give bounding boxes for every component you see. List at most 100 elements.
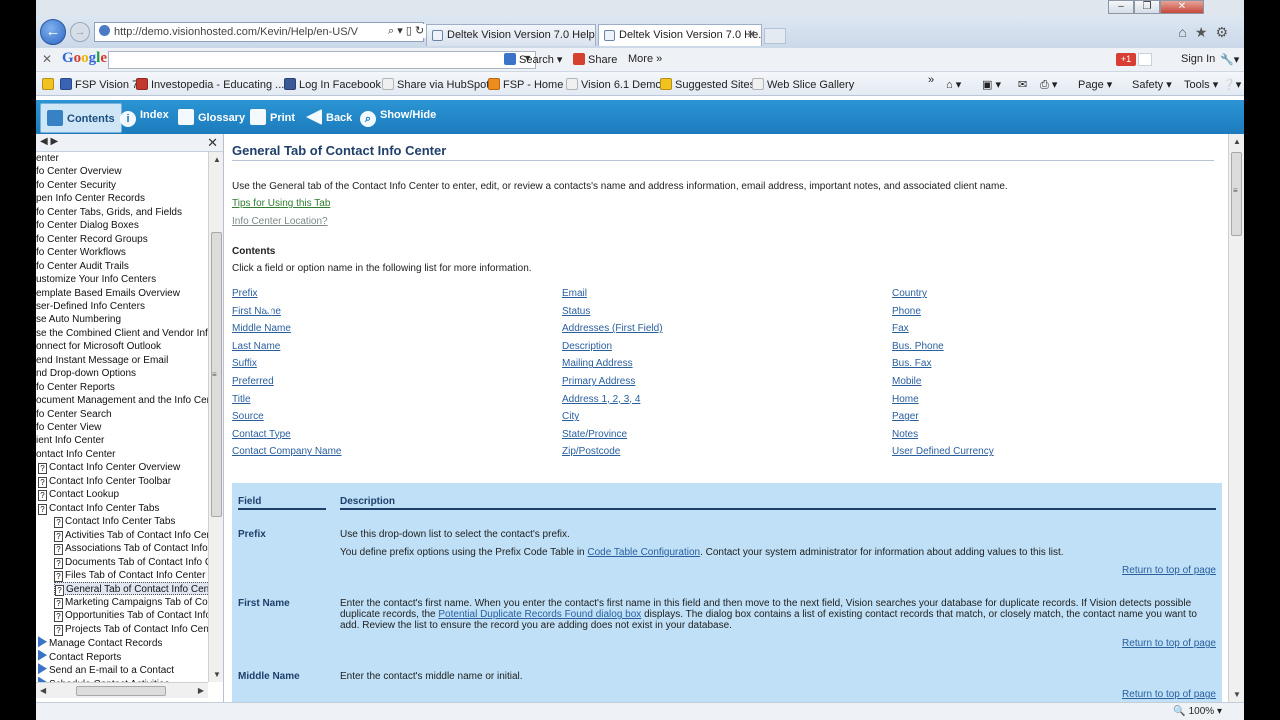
browser-tab-1[interactable]: Deltek Vision Version 7.0 Help ... xyxy=(426,24,596,46)
scroll-thumb[interactable] xyxy=(76,686,166,696)
field-link[interactable]: Notes xyxy=(892,429,918,440)
toc-item[interactable]: se the Combined Client and Vendor Info C… xyxy=(36,327,208,340)
toc-item[interactable]: ? Associations Tab of Contact Info Ce xyxy=(54,542,208,556)
toc-item[interactable]: Contact Reports xyxy=(38,649,121,663)
field-link[interactable]: Mailing Address xyxy=(562,358,633,369)
toc-item[interactable]: fo Center Workflows xyxy=(36,246,126,259)
toc-item[interactable]: ? Contact Lookup xyxy=(38,488,119,502)
field-link[interactable]: Source xyxy=(232,411,264,422)
toc-item[interactable]: onnect for Microsoft Outlook xyxy=(36,340,161,353)
zoom-level[interactable]: 🔍 100% ▾ xyxy=(1173,706,1222,717)
toc-nav-arrows-icon[interactable]: ◀ ▶ xyxy=(40,136,58,147)
field-link[interactable]: Primary Address xyxy=(562,376,635,387)
field-link[interactable]: Zip/Postcode xyxy=(562,446,620,457)
google-search-input[interactable]: ▼ xyxy=(108,51,536,69)
settings-gear-icon[interactable]: ⚙ xyxy=(1215,24,1236,40)
field-link[interactable]: Middle Name xyxy=(232,323,291,334)
forward-arrow-icon[interactable]: → xyxy=(70,22,90,42)
toc-item[interactable]: fo Center Audit Trails xyxy=(36,260,129,273)
toc-item[interactable]: fo Center Security xyxy=(36,179,116,192)
content-vertical-scrollbar[interactable]: ▲ ≡ ▼ xyxy=(1228,134,1244,702)
print-button[interactable]: Print xyxy=(250,109,295,125)
toc-item[interactable]: fo Center Dialog Boxes xyxy=(36,219,139,232)
field-link[interactable]: Pager xyxy=(892,411,919,422)
toc-item[interactable]: enter xyxy=(36,152,59,165)
favorite-hubspot[interactable]: Share via HubSpot xyxy=(382,78,489,91)
toc-item[interactable]: end Instant Message or Email xyxy=(36,354,168,367)
safety-menu[interactable]: Safety ▾ xyxy=(1132,78,1172,91)
google-signin-button[interactable]: Sign In xyxy=(1181,53,1215,65)
toc-item[interactable]: fo Center Record Groups xyxy=(36,233,148,246)
google-search-button[interactable]: Search ▾ xyxy=(504,53,562,66)
show-hide-button[interactable]: ⌕ Show/Hide xyxy=(360,109,436,127)
scroll-down-icon[interactable]: ▼ xyxy=(213,670,221,679)
code-table-configuration-link[interactable]: Code Table Configuration xyxy=(587,547,700,558)
toc-item[interactable]: Manage Contact Records xyxy=(38,636,162,649)
home-icon[interactable]: ⌂ xyxy=(1178,24,1194,40)
field-link[interactable]: Bus. Fax xyxy=(892,358,931,369)
close-window-icon[interactable]: ✕ xyxy=(1160,0,1204,14)
field-link[interactable]: Title xyxy=(232,394,251,405)
back-arrow-icon[interactable]: ← xyxy=(40,19,66,45)
field-link[interactable]: Description xyxy=(562,341,612,352)
toc-item[interactable]: se Auto Numbering xyxy=(36,313,121,326)
field-link[interactable]: Contact Company Name xyxy=(232,446,342,457)
field-link[interactable]: Address 1, 2, 3, 4 xyxy=(562,394,640,405)
toc-item[interactable]: fo Center Tabs, Grids, and Fields xyxy=(36,206,182,219)
address-bar[interactable]: http://demo.visionhosted.com/Kevin/Help/… xyxy=(94,22,424,42)
tools-menu[interactable]: Tools ▾ xyxy=(1184,78,1218,91)
toc-item[interactable]: ? Projects Tab of Contact Info Center xyxy=(54,623,208,636)
scroll-down-icon[interactable]: ▼ xyxy=(1233,690,1241,699)
toc-item[interactable]: ser-Defined Info Centers xyxy=(36,300,145,313)
toc-item[interactable]: ocument Management and the Info Center xyxy=(36,394,208,407)
field-link[interactable]: Status xyxy=(562,306,590,317)
favorite-web-slice-gallery[interactable]: Web Slice Gallery xyxy=(752,78,854,91)
field-link[interactable]: Phone xyxy=(892,306,921,317)
toc-item[interactable]: ient Info Center xyxy=(36,434,104,447)
toc-item[interactable]: Send an E-mail to a Contact xyxy=(38,663,174,676)
toc-item[interactable]: ? Documents Tab of Contact Info Cer xyxy=(54,556,208,569)
close-pane-icon[interactable]: ✕ xyxy=(207,135,218,151)
return-to-top-link[interactable]: Return to top of page xyxy=(1122,638,1216,649)
toc-item[interactable]: nd Drop-down Options xyxy=(36,367,136,380)
field-link[interactable]: Preferred xyxy=(232,376,274,387)
field-link[interactable]: Suffix xyxy=(232,358,257,369)
field-link[interactable]: Country xyxy=(892,288,927,299)
close-tab-icon[interactable]: ✕ xyxy=(747,25,756,45)
field-link[interactable]: User Defined Currency xyxy=(892,446,994,457)
index-button[interactable]: i Index xyxy=(120,109,169,127)
scroll-up-icon[interactable]: ▲ xyxy=(213,155,221,164)
google-share-button[interactable]: Share xyxy=(573,53,617,66)
close-toolbar-icon[interactable]: ✕ xyxy=(42,52,52,66)
wrench-icon[interactable]: 🔧▾ xyxy=(1220,53,1239,66)
favorite-fsp-vision-7[interactable]: FSP Vision 7 xyxy=(60,78,138,91)
google-more-button[interactable]: More » xyxy=(628,53,662,65)
favorite-vision-demo[interactable]: Vision 6.1 Demo xyxy=(566,78,662,91)
field-link[interactable]: Home xyxy=(892,394,919,405)
dropdown-icon[interactable]: ▾ xyxy=(397,25,403,37)
favorites-star-add-icon[interactable] xyxy=(42,78,57,91)
toc-item[interactable]: fo Center Overview xyxy=(36,165,122,178)
favorite-investopedia[interactable]: Investopedia - Educating ... xyxy=(136,78,284,91)
scroll-right-icon[interactable]: ▶ xyxy=(198,686,204,695)
field-link[interactable]: Email xyxy=(562,288,587,299)
toc-item[interactable]: ? Opportunities Tab of Contact Info C xyxy=(54,609,208,623)
return-to-top-link[interactable]: Return to top of page xyxy=(1122,565,1216,576)
browser-tab-2[interactable]: Deltek Vision Version 7.0 He... ✕ xyxy=(598,24,762,46)
toc-horizontal-scrollbar[interactable]: ◀ ▶ xyxy=(36,682,208,698)
field-link[interactable]: Last Name xyxy=(232,341,280,352)
toc-vertical-scrollbar[interactable]: ▲ ≡ ▼ xyxy=(208,152,223,682)
field-link[interactable]: Fax xyxy=(892,323,909,334)
toc-item[interactable]: emplate Based Emails Overview xyxy=(36,287,180,300)
refresh-icon[interactable]: ↻ xyxy=(415,25,424,37)
field-link[interactable]: Mobile xyxy=(892,376,921,387)
search-icon[interactable]: ⌕ xyxy=(388,25,394,37)
scroll-left-icon[interactable]: ◀ xyxy=(40,686,46,695)
location-link[interactable]: Info Center Location? xyxy=(232,216,328,227)
page-menu[interactable]: Page ▾ xyxy=(1078,78,1112,91)
feeds-icon[interactable]: ▣ ▾ xyxy=(982,78,1001,91)
field-link[interactable]: Prefix xyxy=(232,288,258,299)
restore-icon[interactable]: ❐ xyxy=(1134,0,1160,14)
toc-item[interactable]: ? Contact Info Center Overview xyxy=(38,461,180,475)
field-link[interactable]: Addresses (First Field) xyxy=(562,323,663,334)
